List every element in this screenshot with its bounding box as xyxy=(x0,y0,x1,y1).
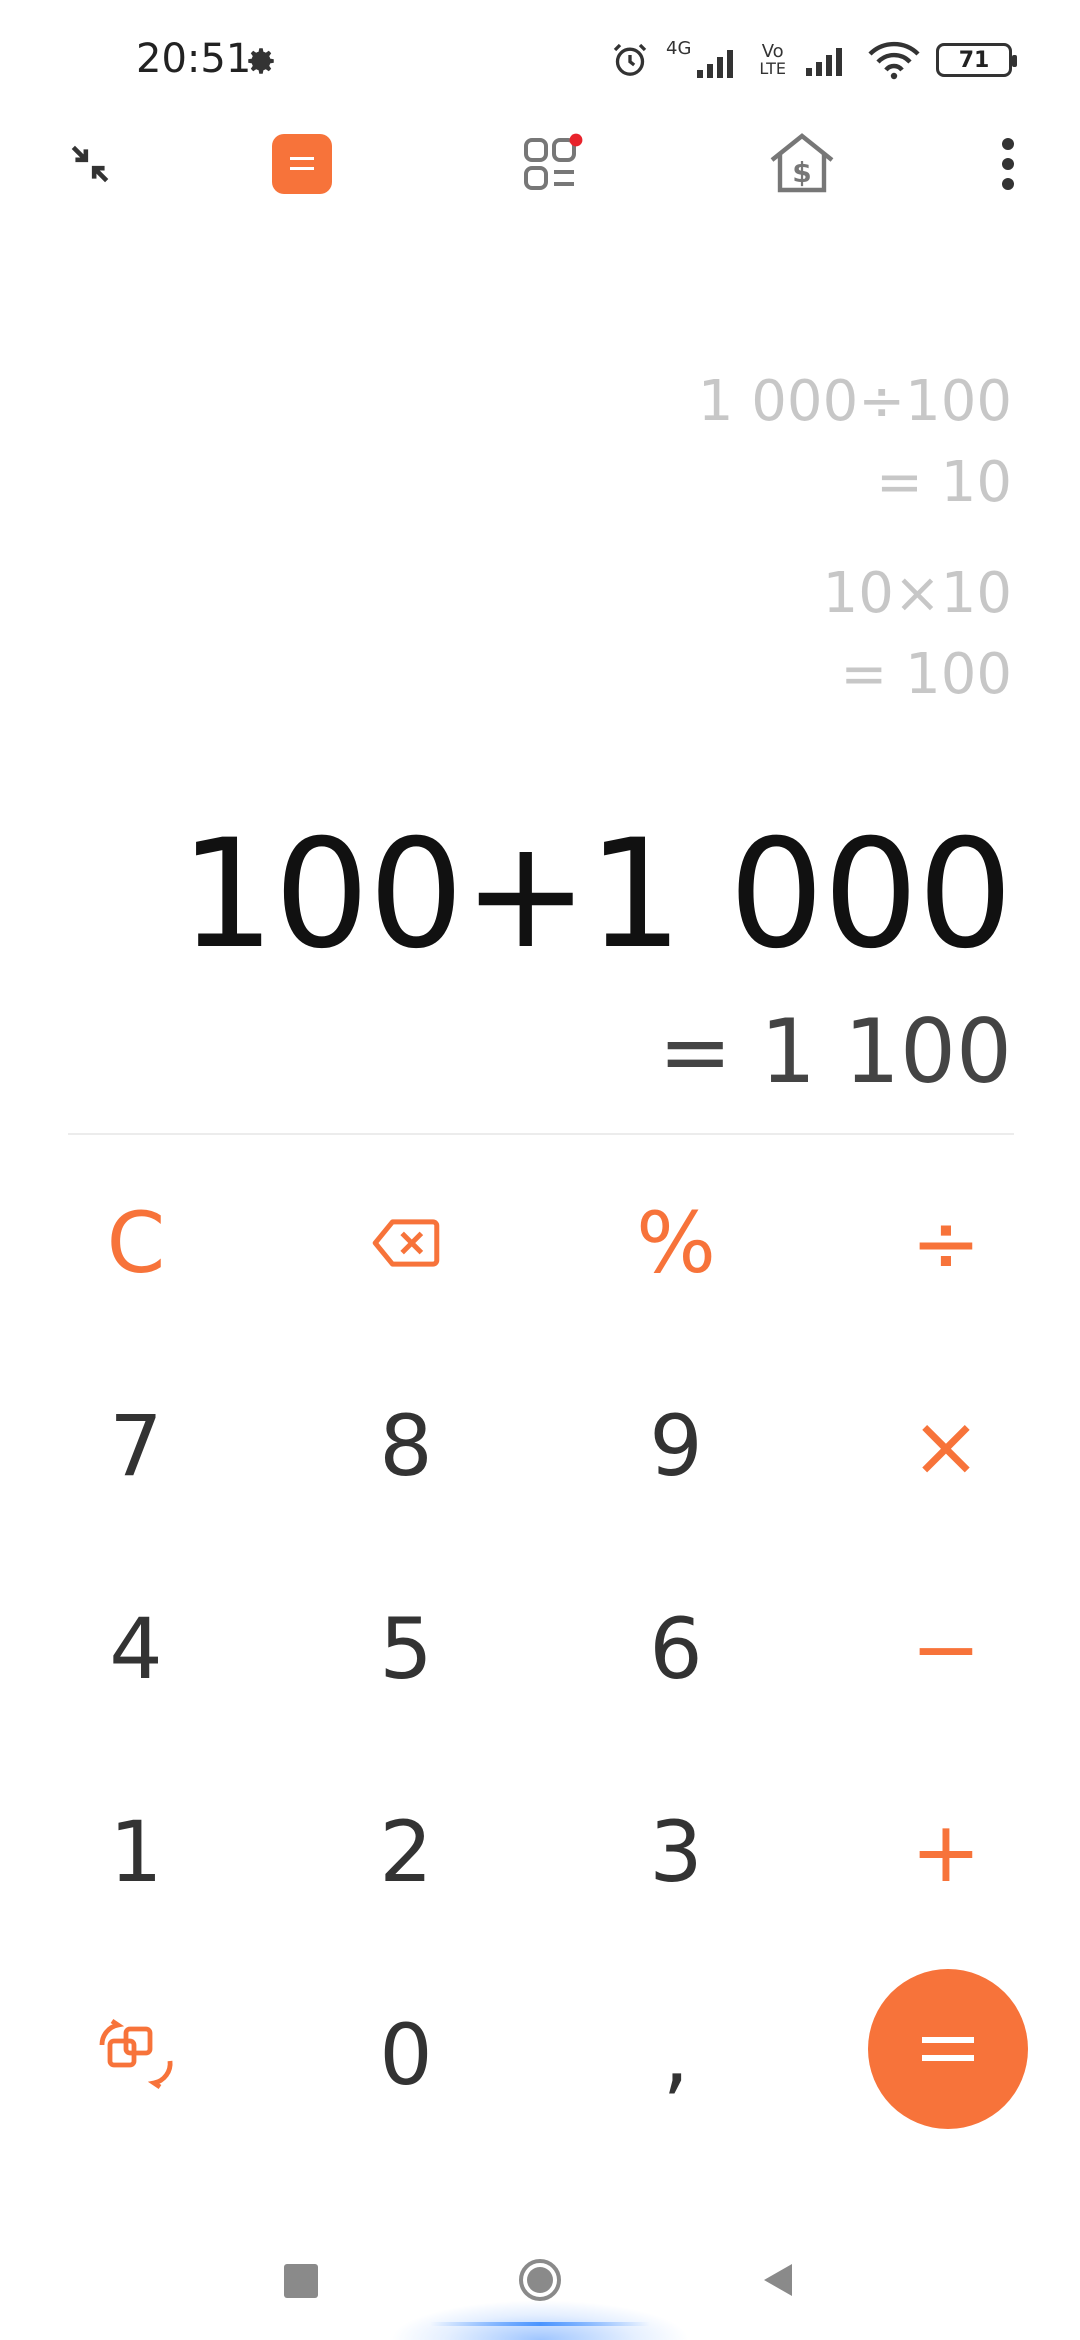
percent-button[interactable]: % xyxy=(576,1163,776,1323)
alarm-icon xyxy=(613,43,647,76)
more-icon xyxy=(1002,138,1014,190)
calculator-mode-icon xyxy=(272,134,332,194)
equals-icon xyxy=(922,2037,974,2061)
clear-button[interactable]: C xyxy=(36,1163,236,1323)
backspace-icon xyxy=(372,1219,440,1267)
digit-8-button[interactable]: 8 xyxy=(306,1366,506,1526)
battery-level: 71 xyxy=(958,47,990,73)
collapse-button[interactable] xyxy=(50,124,130,204)
comma-button[interactable]: , xyxy=(576,1975,776,2135)
cellular-4g-indicator: 4G xyxy=(666,40,743,80)
converter-icon xyxy=(524,133,583,190)
status-icons: 4G Vo LTE 71 xyxy=(610,38,1017,82)
volte-indicator: Vo LTE xyxy=(759,43,786,77)
more-options-button[interactable] xyxy=(968,124,1048,204)
digit-6-button[interactable]: 6 xyxy=(576,1569,776,1729)
backspace-button[interactable] xyxy=(306,1163,506,1323)
digit-5-button[interactable]: 5 xyxy=(306,1569,506,1729)
current-expression[interactable]: 100+1 000 xyxy=(180,820,1013,970)
digit-0-button[interactable]: 0 xyxy=(306,1975,506,2135)
history-result[interactable]: = 100 xyxy=(840,647,1012,703)
recent-apps-button[interactable] xyxy=(284,2264,318,2298)
switch-mode-icon xyxy=(99,2019,173,2089)
divide-button[interactable]: ÷ xyxy=(846,1163,1046,1323)
plus-button[interactable]: + xyxy=(846,1772,1046,1932)
calculator-mode-button[interactable] xyxy=(262,124,342,204)
collapse-icon xyxy=(71,145,109,183)
digit-9-button[interactable]: 9 xyxy=(576,1366,776,1526)
history-result[interactable]: = 10 xyxy=(876,455,1012,511)
history-expression[interactable]: 10×10 xyxy=(823,566,1012,622)
home-indicator-glow xyxy=(390,2300,690,2340)
current-result: = 1 100 xyxy=(658,1000,1012,1103)
equals-button[interactable] xyxy=(868,1969,1028,2129)
digit-2-button[interactable]: 2 xyxy=(306,1772,506,1932)
signal-strength-icon xyxy=(697,50,734,78)
digit-7-button[interactable]: 7 xyxy=(36,1366,236,1526)
volte-bottom-label: LTE xyxy=(759,59,786,78)
digit-3-button[interactable]: 3 xyxy=(576,1772,776,1932)
signal-strength-2-icon xyxy=(806,48,842,76)
network-type-label: 4G xyxy=(666,38,692,59)
status-time: 20:51 xyxy=(136,36,252,82)
digit-4-button[interactable]: 4 xyxy=(36,1569,236,1729)
finance-button[interactable]: $ xyxy=(762,124,842,204)
history-expression[interactable]: 1 000÷100 xyxy=(698,374,1012,430)
converter-button[interactable] xyxy=(512,124,592,204)
notification-dot xyxy=(569,133,583,147)
home-button[interactable] xyxy=(518,2258,562,2302)
home-indicator xyxy=(430,2322,650,2326)
back-button[interactable] xyxy=(758,2260,798,2300)
finance-icon: $ xyxy=(770,133,834,193)
wifi-icon xyxy=(868,41,920,80)
status-bar: 20:51 4G Vo LTE 71 xyxy=(0,0,1080,120)
battery-icon: 71 xyxy=(936,43,1017,77)
svg-text:$: $ xyxy=(792,156,811,189)
divider xyxy=(68,1133,1014,1135)
multiply-button[interactable]: × xyxy=(846,1366,1046,1526)
switch-mode-button[interactable] xyxy=(36,1975,236,2135)
settings-gear-icon xyxy=(248,48,274,74)
digit-1-button[interactable]: 1 xyxy=(36,1772,236,1932)
minus-button[interactable]: − xyxy=(846,1569,1046,1729)
